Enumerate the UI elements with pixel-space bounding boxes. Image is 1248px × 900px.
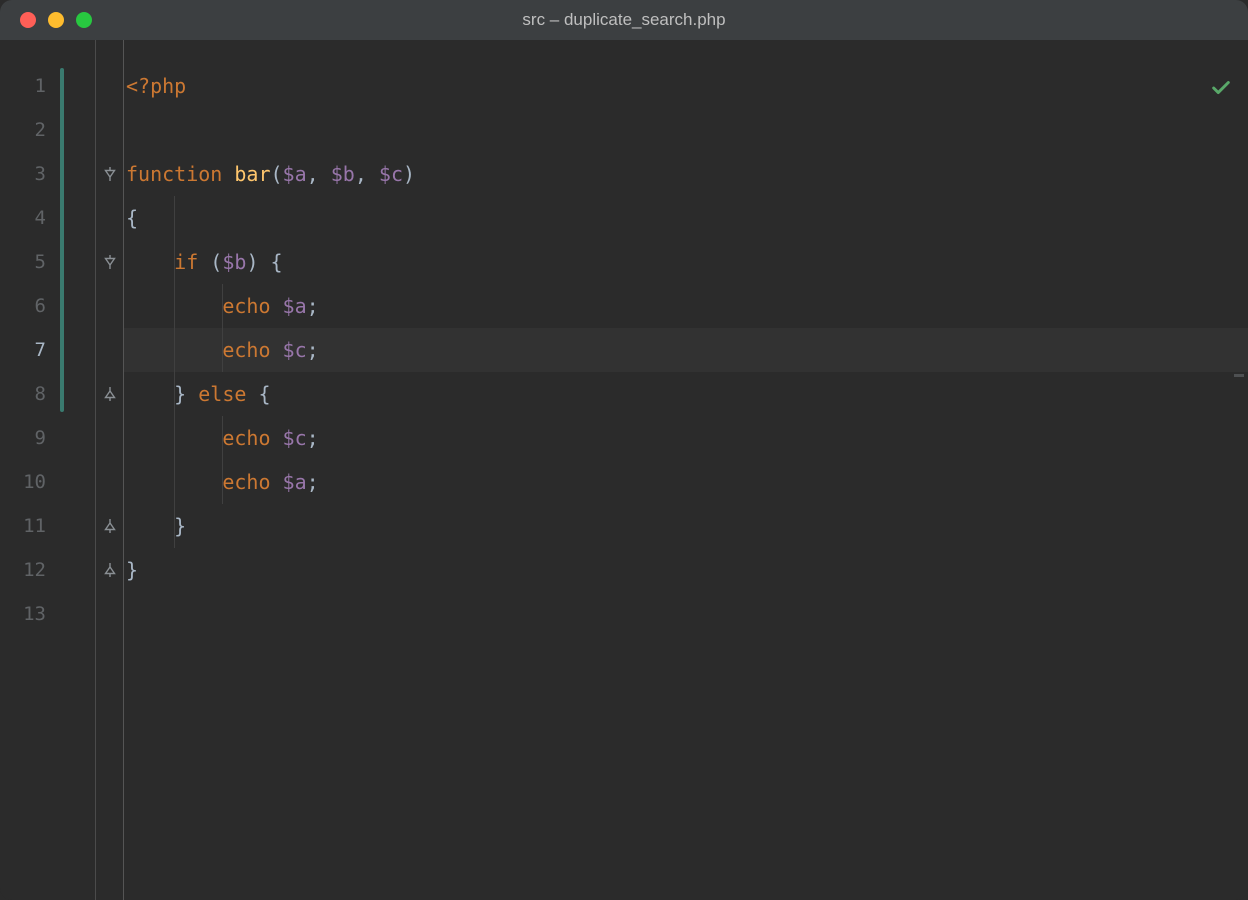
editor-window: src – duplicate_search.php 1234567891011… <box>0 0 1248 900</box>
code-token: $c <box>283 416 307 460</box>
code-editor[interactable]: 12345678910111213 <?phpfunction bar($a, … <box>0 40 1248 900</box>
code-line[interactable]: echo $a; <box>124 284 1248 328</box>
indent-guide <box>174 284 175 328</box>
code-line[interactable] <box>124 592 1248 636</box>
code-token <box>126 504 174 548</box>
titlebar[interactable]: src – duplicate_search.php <box>0 0 1248 40</box>
code-token: ; <box>307 460 319 504</box>
code-line[interactable] <box>124 108 1248 152</box>
code-token: { <box>126 196 138 240</box>
line-number[interactable]: 4 <box>0 196 46 240</box>
code-token: } <box>126 548 138 592</box>
indent-guide <box>174 328 175 372</box>
window-title: src – duplicate_search.php <box>0 10 1248 30</box>
code-token: ( <box>271 152 283 196</box>
code-token: <?php <box>126 64 186 108</box>
code-token: else <box>186 372 258 416</box>
code-line[interactable]: { <box>124 196 1248 240</box>
code-line[interactable]: } <box>124 504 1248 548</box>
code-token: echo <box>222 284 282 328</box>
indent-guide <box>174 460 175 504</box>
code-token: $a <box>283 152 307 196</box>
code-token: ; <box>307 328 319 372</box>
code-token: echo <box>222 460 282 504</box>
code-token: , <box>307 152 331 196</box>
code-token: { <box>258 372 270 416</box>
code-token <box>126 240 174 284</box>
window-controls <box>0 12 92 28</box>
code-token: if <box>174 240 210 284</box>
code-area[interactable]: <?phpfunction bar($a, $b, $c){ if ($b) {… <box>124 40 1248 900</box>
indent-guide <box>222 328 223 372</box>
gutter-line-numbers[interactable]: 12345678910111213 <box>0 40 60 900</box>
zoom-window-button[interactable] <box>76 12 92 28</box>
code-token: $a <box>283 284 307 328</box>
line-number[interactable]: 9 <box>0 416 46 460</box>
code-line[interactable]: if ($b) { <box>124 240 1248 284</box>
indent-guide <box>222 460 223 504</box>
line-number[interactable]: 11 <box>0 504 46 548</box>
code-token: $b <box>331 152 355 196</box>
code-token: $c <box>283 328 307 372</box>
line-number[interactable]: 6 <box>0 284 46 328</box>
code-line[interactable]: echo $c; <box>124 328 1248 372</box>
indent-guide <box>174 372 175 416</box>
indent-guide <box>174 196 175 240</box>
code-token: , <box>355 152 379 196</box>
line-number[interactable]: 8 <box>0 372 46 416</box>
code-line[interactable]: function bar($a, $b, $c) <box>124 152 1248 196</box>
line-number[interactable]: 12 <box>0 548 46 592</box>
code-token: bar <box>234 152 270 196</box>
code-token: ( <box>210 240 222 284</box>
indent-guide <box>174 416 175 460</box>
gutter-change-markers[interactable] <box>60 40 96 900</box>
minimize-window-button[interactable] <box>48 12 64 28</box>
code-line[interactable]: <?php <box>124 64 1248 108</box>
code-token: $c <box>379 152 403 196</box>
line-number[interactable]: 2 <box>0 108 46 152</box>
code-token: function <box>126 152 234 196</box>
indent-guide <box>222 284 223 328</box>
line-number[interactable]: 7 <box>0 328 46 372</box>
code-token <box>126 372 174 416</box>
code-line[interactable]: echo $c; <box>124 416 1248 460</box>
fold-collapse-icon[interactable] <box>103 167 117 181</box>
code-line[interactable]: } <box>124 548 1248 592</box>
close-window-button[interactable] <box>20 12 36 28</box>
code-token: ) <box>403 152 415 196</box>
code-token: } <box>174 504 186 548</box>
code-token: $b <box>222 240 246 284</box>
fold-expand-icon[interactable] <box>103 387 117 401</box>
code-token: } <box>174 372 186 416</box>
code-token: echo <box>222 328 282 372</box>
code-line[interactable]: } else { <box>124 372 1248 416</box>
line-number[interactable]: 3 <box>0 152 46 196</box>
code-line[interactable]: echo $a; <box>124 460 1248 504</box>
code-token: echo <box>222 416 282 460</box>
line-number[interactable]: 5 <box>0 240 46 284</box>
indent-guide <box>174 240 175 284</box>
fold-expand-icon[interactable] <box>103 563 117 577</box>
fold-expand-icon[interactable] <box>103 519 117 533</box>
gutter-fold-markers[interactable] <box>96 40 124 900</box>
indent-guide <box>174 504 175 548</box>
line-number[interactable]: 10 <box>0 460 46 504</box>
line-number[interactable]: 1 <box>0 64 46 108</box>
code-token: ) <box>246 240 270 284</box>
line-number[interactable]: 13 <box>0 592 46 636</box>
code-token: ; <box>307 284 319 328</box>
indent-guide <box>222 416 223 460</box>
fold-collapse-icon[interactable] <box>103 255 117 269</box>
code-token: ; <box>307 416 319 460</box>
code-token: $a <box>283 460 307 504</box>
code-token: { <box>271 240 283 284</box>
